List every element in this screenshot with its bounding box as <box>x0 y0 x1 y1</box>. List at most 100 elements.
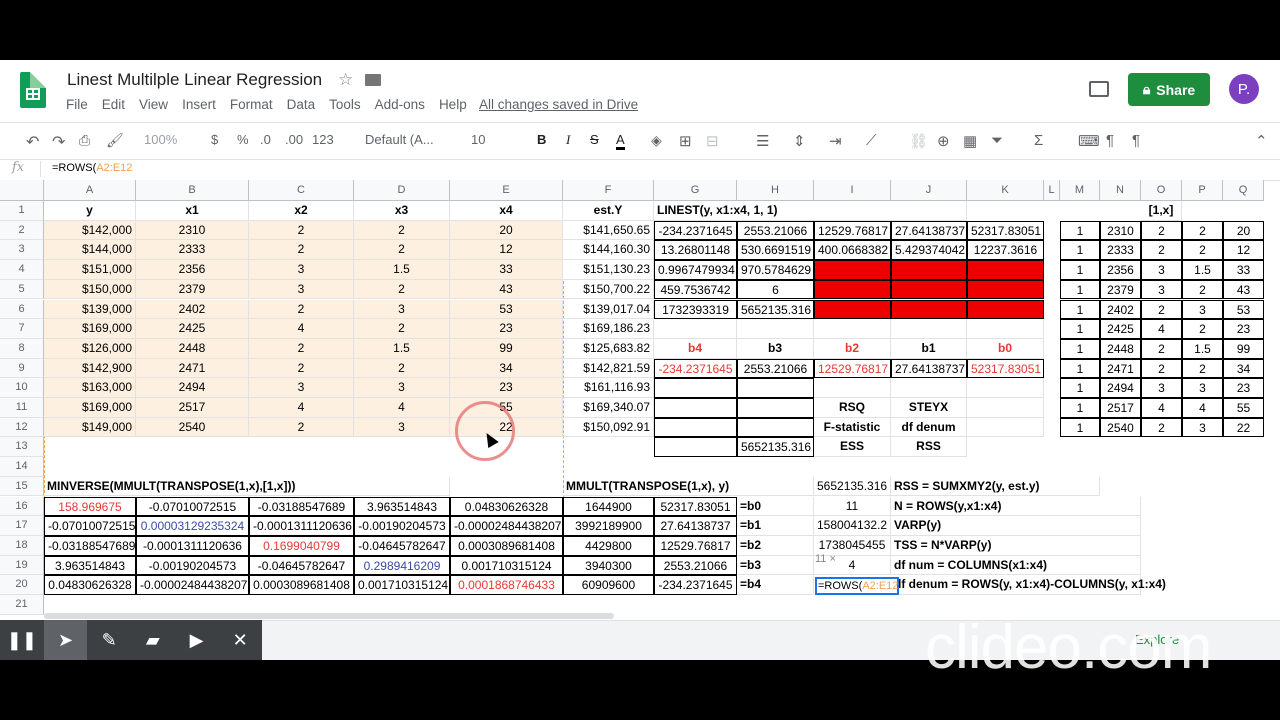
cell-E20[interactable]: 0.0001868746433 <box>450 575 563 595</box>
cell-A2[interactable]: $142,000 <box>44 220 136 241</box>
row-header-18[interactable]: 18 <box>0 535 44 556</box>
cell-P10[interactable]: 3 <box>1182 378 1223 398</box>
cell-J3[interactable]: 5.429374042 <box>891 240 967 261</box>
cell-A8[interactable]: $126,000 <box>44 338 136 359</box>
cell-B6[interactable]: 2402 <box>136 299 249 320</box>
zoom-select[interactable]: 100% <box>144 132 177 147</box>
cell-G18[interactable]: 12529.76817 <box>654 535 737 556</box>
text-color-button[interactable]: A <box>616 132 625 150</box>
cell-B5[interactable]: 2379 <box>136 279 249 300</box>
cell-C18[interactable]: 0.1699040799 <box>249 535 354 556</box>
cell-G13[interactable] <box>654 437 737 458</box>
cell-F10[interactable]: $161,116.93 <box>563 378 654 398</box>
link-icon[interactable]: ⛓︎ <box>909 132 928 150</box>
merge-icon[interactable]: ⊟ <box>706 132 719 150</box>
cell-H16[interactable]: =b0 <box>737 496 814 517</box>
cell-K2[interactable]: 52317.83051 <box>967 220 1044 241</box>
menu-data[interactable]: Data <box>287 97 316 112</box>
active-cell-editor[interactable]: =ROWS(A2:E12 <box>815 577 899 595</box>
cell-E8[interactable]: 99 <box>450 338 563 359</box>
cell-C7[interactable]: 4 <box>249 319 354 339</box>
cell-G12[interactable] <box>654 417 737 438</box>
cell-G16[interactable]: 52317.83051 <box>654 496 737 517</box>
cell-F11[interactable]: $169,340.07 <box>563 398 654 418</box>
cell-N8[interactable]: 2448 <box>1100 338 1141 359</box>
strikethrough-button[interactable]: S <box>590 132 599 147</box>
cell-O2[interactable]: 2 <box>1141 220 1182 241</box>
row-header-21[interactable]: 21 <box>0 595 44 615</box>
cell-D19[interactable]: 0.2989416209 <box>354 555 450 576</box>
column-header-J[interactable]: J <box>891 180 967 201</box>
cell-I4[interactable] <box>814 260 891 280</box>
cell-C4[interactable]: 3 <box>249 260 354 280</box>
fill-color-icon[interactable]: ◈ <box>651 132 662 149</box>
cell-H3[interactable]: 530.6691519 <box>737 240 814 261</box>
row-header-13[interactable]: 13 <box>0 437 44 458</box>
column-header-C[interactable]: C <box>249 180 354 201</box>
row-header-10[interactable]: 10 <box>0 378 44 398</box>
cell-Q7[interactable]: 23 <box>1223 319 1264 339</box>
cell-C11[interactable]: 4 <box>249 398 354 418</box>
cell-P12[interactable]: 3 <box>1182 417 1223 438</box>
cell-A20[interactable]: 0.04830626328 <box>44 575 136 595</box>
cell-Q2[interactable]: 20 <box>1223 220 1264 241</box>
column-header-L[interactable]: L <box>1044 180 1060 201</box>
row-header-15[interactable]: 15 <box>0 476 44 497</box>
cell-K5[interactable] <box>967 279 1044 300</box>
cell-F6[interactable]: $139,017.04 <box>563 299 654 320</box>
cell-A16[interactable]: 158.969675 <box>44 496 136 517</box>
cell-A11[interactable]: $169,000 <box>44 398 136 418</box>
cell-A5[interactable]: $150,000 <box>44 279 136 300</box>
comment-add-icon[interactable]: ⊕ <box>937 132 950 150</box>
cell-I13[interactable]: ESS <box>814 437 891 458</box>
cell-I15[interactable]: 5652135.316 <box>814 476 891 497</box>
cell-O12[interactable]: 2 <box>1141 417 1182 438</box>
cell-D8[interactable]: 1.5 <box>354 338 450 359</box>
cell-I5[interactable] <box>814 279 891 300</box>
cell-K10[interactable] <box>967 378 1044 398</box>
cell-N12[interactable]: 2540 <box>1100 417 1141 438</box>
column-header-O[interactable]: O <box>1141 180 1182 201</box>
close-icon[interactable]: ✕ <box>218 620 262 660</box>
cell-M6[interactable]: 1 <box>1060 299 1100 320</box>
cell-G6[interactable]: 1732393319 <box>654 299 737 320</box>
cell-D16[interactable]: 3.963514843 <box>354 496 450 517</box>
cell-H5[interactable]: 6 <box>737 279 814 300</box>
cell-F4[interactable]: $151,130.23 <box>563 260 654 280</box>
cell-G11[interactable] <box>654 398 737 418</box>
cell-D12[interactable]: 3 <box>354 417 450 438</box>
row-header-2[interactable]: 2 <box>0 220 44 241</box>
cell-P2[interactable]: 2 <box>1182 220 1223 241</box>
column-header-P[interactable]: P <box>1182 180 1223 201</box>
pointer-icon[interactable]: ➤ <box>43 620 88 660</box>
cell-M2[interactable]: 1 <box>1060 220 1100 241</box>
column-header-B[interactable]: B <box>136 180 249 201</box>
cell-K11[interactable] <box>967 398 1044 418</box>
row-header-14[interactable]: 14 <box>0 457 44 477</box>
camera-icon[interactable]: ▶ <box>175 620 219 660</box>
borders-icon[interactable]: ⊞ <box>679 132 692 150</box>
cell-F15[interactable]: MMULT(TRANSPOSE(1,x), y) <box>563 476 814 497</box>
cell-G5[interactable]: 459.7536742 <box>654 279 737 300</box>
cell-B1[interactable]: x1 <box>136 201 249 221</box>
cell-B2[interactable]: 2310 <box>136 220 249 241</box>
cell-D7[interactable]: 2 <box>354 319 450 339</box>
cell-C9[interactable]: 2 <box>249 358 354 379</box>
cell-P11[interactable]: 4 <box>1182 398 1223 418</box>
cell-P7[interactable]: 2 <box>1182 319 1223 339</box>
column-header-E[interactable]: E <box>450 180 563 201</box>
cell-O7[interactable]: 4 <box>1141 319 1182 339</box>
cell-C3[interactable]: 2 <box>249 240 354 261</box>
cell-A4[interactable]: $151,000 <box>44 260 136 280</box>
cell-F8[interactable]: $125,683.82 <box>563 338 654 359</box>
cell-O9[interactable]: 2 <box>1141 358 1182 379</box>
cell-B4[interactable]: 2356 <box>136 260 249 280</box>
cell-J6[interactable] <box>891 299 967 320</box>
cell-M3[interactable]: 1 <box>1060 240 1100 261</box>
cell-K3[interactable]: 12237.3616 <box>967 240 1044 261</box>
bold-button[interactable]: B <box>537 132 546 147</box>
menu-edit[interactable]: Edit <box>102 97 125 112</box>
ltr-icon[interactable]: ¶ <box>1106 132 1114 149</box>
cell-F5[interactable]: $150,700.22 <box>563 279 654 300</box>
cell-G17[interactable]: 27.64138737 <box>654 516 737 536</box>
